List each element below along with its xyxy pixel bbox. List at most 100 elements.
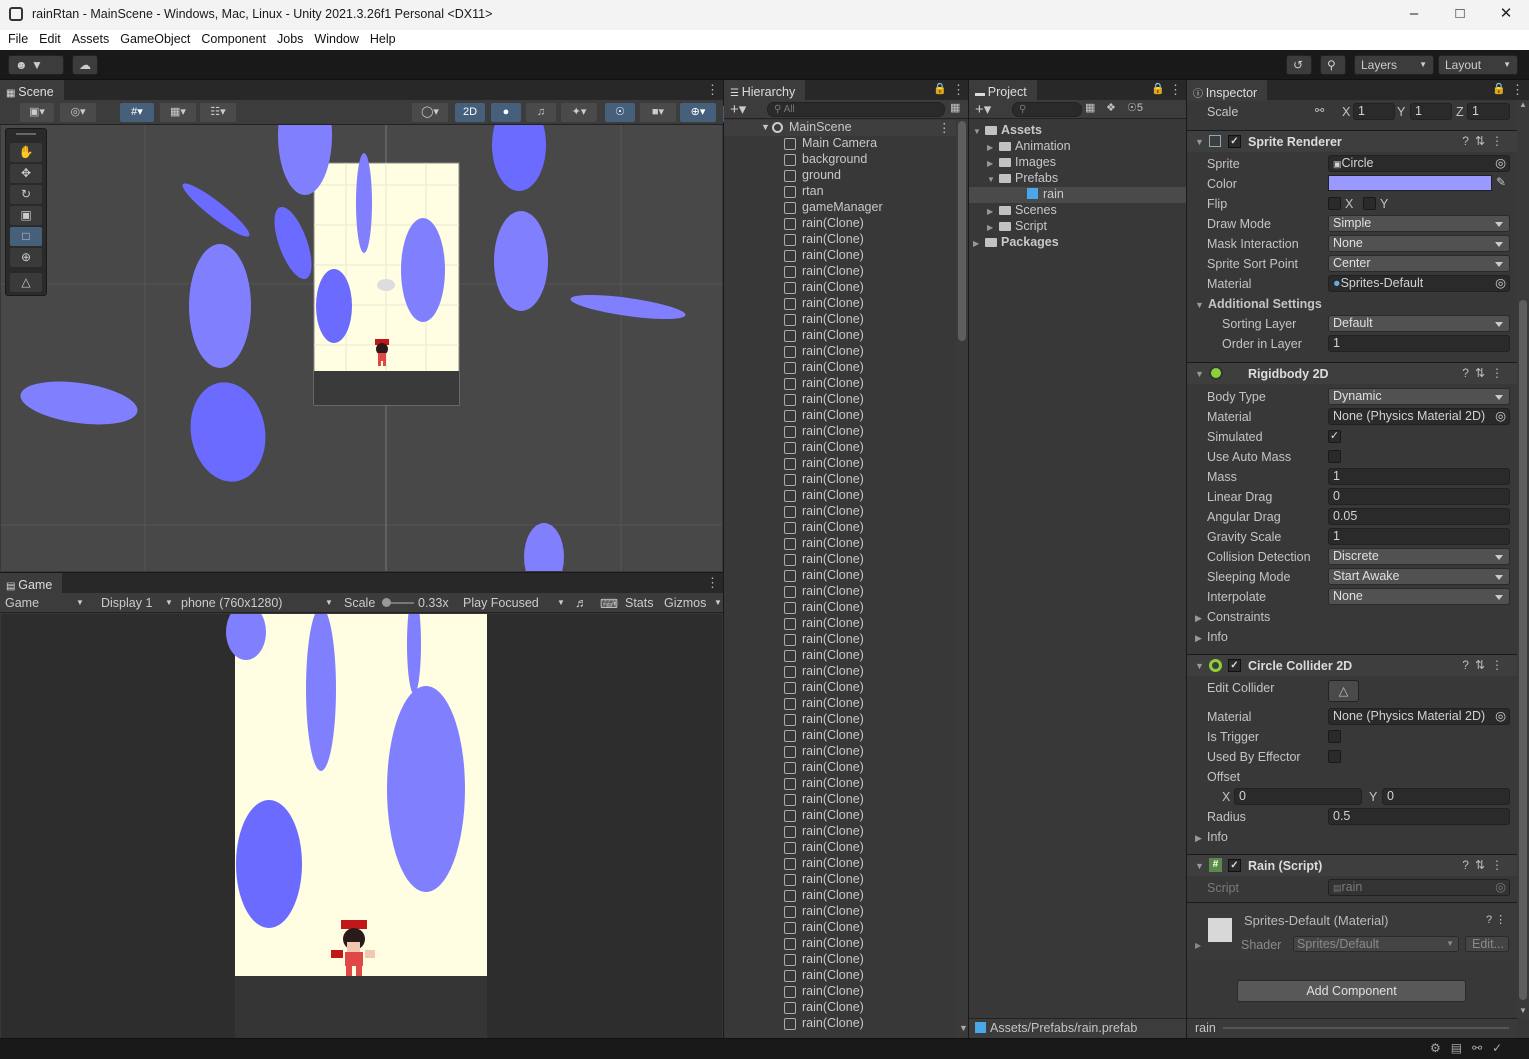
list-item[interactable]: ground (724, 168, 956, 184)
sprite-field[interactable]: ▣Circle ◎ (1328, 155, 1510, 172)
list-item[interactable]: rain(Clone) (724, 600, 956, 616)
scale-slider[interactable] (382, 598, 414, 607)
list-item[interactable]: rain(Clone) (724, 936, 956, 952)
mass-field[interactable]: 1 (1328, 468, 1510, 485)
list-item[interactable]: rain(Clone) (724, 808, 956, 824)
list-item[interactable]: rain(Clone) (724, 680, 956, 696)
display-dropdown[interactable]: Display 1 (101, 596, 152, 610)
close-button[interactable]: ✕ (1483, 0, 1529, 30)
list-item[interactable]: Main Camera (724, 136, 956, 152)
inspector-scrollbar[interactable]: ▲ ▼ (1517, 100, 1529, 1018)
list-item[interactable]: rain(Clone) (724, 344, 956, 360)
gizmos-icon[interactable]: ⊕▾ (680, 103, 716, 122)
simulated-checkbox[interactable]: ✓ (1328, 430, 1341, 443)
list-item[interactable]: rain(Clone) (724, 648, 956, 664)
expand-arrow-icon[interactable]: ▶ (1195, 941, 1201, 950)
list-item[interactable]: background (724, 152, 956, 168)
draw-mode-button[interactable]: ▣▾ (20, 103, 54, 122)
list-item[interactable]: gameManager (724, 200, 956, 216)
maximize-button[interactable]: □ (1437, 0, 1483, 30)
project-tree-item[interactable]: ▶ Animation (987, 139, 1071, 155)
camera-icon[interactable]: ■▾ (640, 103, 676, 122)
order-in-layer-field[interactable]: 1 (1328, 335, 1510, 352)
list-item[interactable]: rain(Clone) (724, 568, 956, 584)
list-item[interactable]: rain(Clone) (724, 984, 956, 1000)
enabled-checkbox[interactable]: ✓ (1228, 135, 1241, 148)
rb-info-foldout[interactable]: Info (1207, 630, 1228, 644)
list-item[interactable]: rain(Clone) (724, 216, 956, 232)
info-arrow-icon[interactable]: ▶ (1195, 833, 1202, 844)
cc-info-foldout[interactable]: Info (1207, 830, 1228, 844)
play-focused-dropdown[interactable]: Play Focused (463, 596, 539, 610)
list-item[interactable]: rain(Clone) (724, 504, 956, 520)
is-trigger-checkbox[interactable] (1328, 730, 1341, 743)
sprite-renderer-header[interactable]: ▼ ✓ Sprite Renderer ?⇅⋮ (1187, 130, 1517, 152)
list-item[interactable]: rain(Clone) (724, 536, 956, 552)
offset-y-field[interactable]: 0 (1382, 788, 1510, 805)
search-type-icon[interactable]: ▦ (1085, 101, 1095, 114)
shading-mode-button[interactable]: ◯▾ (412, 103, 448, 122)
enabled-checkbox[interactable]: ✓ (1228, 859, 1241, 872)
expand-arrow-icon[interactable]: ▼ (973, 127, 985, 136)
menu-jobs[interactable]: Jobs (277, 30, 303, 46)
expand-arrow-icon[interactable]: ▼ (761, 122, 770, 132)
hierarchy-menu-icon[interactable]: ⋮ (952, 82, 965, 98)
lock-icon[interactable]: 🔒 (1492, 82, 1506, 95)
list-item[interactable]: rain(Clone) (724, 424, 956, 440)
move-tool-icon[interactable]: ✥ (10, 164, 42, 183)
list-item[interactable]: rain(Clone) (724, 872, 956, 888)
menu-assets[interactable]: Assets (72, 30, 110, 46)
list-item[interactable]: rain(Clone) (724, 824, 956, 840)
list-item[interactable]: rain(Clone) (724, 264, 956, 280)
project-tree-item[interactable]: ▶ Packages (973, 235, 1059, 251)
list-item[interactable]: rain(Clone) (724, 888, 956, 904)
rain-script-header[interactable]: ▼ # ✓ Rain (Script) ?⇅⋮ (1187, 854, 1517, 876)
menu-window[interactable]: Window (314, 30, 358, 46)
list-item[interactable]: rain(Clone) (724, 920, 956, 936)
game-view-dropdown[interactable]: Game (5, 596, 39, 610)
component-header-icons[interactable]: ?⇅⋮ (1462, 366, 1509, 380)
list-item[interactable]: rtan (724, 184, 956, 200)
flip-y-checkbox[interactable] (1363, 197, 1376, 210)
list-item[interactable]: rain(Clone) (724, 856, 956, 872)
list-item[interactable]: rain(Clone) (724, 376, 956, 392)
mute-audio-icon[interactable]: ♬ (575, 596, 588, 610)
history-icon[interactable]: ↺ (1286, 55, 1312, 75)
material-help-icons[interactable]: ? ⋮ (1486, 913, 1506, 926)
list-item[interactable]: rain(Clone) (724, 280, 956, 296)
transform-tool-icon[interactable]: ⊕ (10, 248, 42, 267)
list-item[interactable]: rain(Clone) (724, 904, 956, 920)
auto-mass-checkbox[interactable] (1328, 450, 1341, 463)
project-tree-item[interactable]: ▼ Assets (973, 123, 1042, 139)
gizmos-button[interactable]: Gizmos (664, 596, 706, 610)
scale-y-field[interactable]: 1 (1410, 103, 1452, 120)
scene-root-row[interactable]: ▼ MainScene ⋮ (724, 120, 956, 136)
component-header-icons[interactable]: ?⇅⋮ (1462, 858, 1509, 872)
linear-drag-field[interactable]: 0 (1328, 488, 1510, 505)
menu-component[interactable]: Component (201, 30, 266, 46)
account-button[interactable]: ☻ ▼ (8, 55, 64, 75)
list-item[interactable]: rain(Clone) (724, 408, 956, 424)
interpolate-dropdown[interactable]: None (1328, 588, 1510, 605)
flip-x-checkbox[interactable] (1328, 197, 1341, 210)
expand-arrow-icon[interactable]: ▶ (987, 207, 999, 216)
cc-material-field[interactable]: None (Physics Material 2D) ◎ (1328, 708, 1510, 725)
tab-scene[interactable]: ▦ Scene (0, 80, 64, 101)
menu-gameobject[interactable]: GameObject (120, 30, 190, 46)
scene-menu-icon[interactable]: ⋮ (706, 82, 719, 98)
list-item[interactable]: rain(Clone) (724, 488, 956, 504)
color-swatch[interactable] (1328, 175, 1492, 191)
scale-x-field[interactable]: 1 (1353, 103, 1395, 120)
scale-tool-icon[interactable]: ▣ (10, 206, 42, 225)
add-component-button[interactable]: Add Component (1237, 980, 1466, 1002)
list-item[interactable]: rain(Clone) (724, 776, 956, 792)
list-item[interactable]: rain(Clone) (724, 312, 956, 328)
body-type-dropdown[interactable]: Dynamic (1328, 388, 1510, 405)
rigidbody-header[interactable]: ▼ Rigidbody 2D ?⇅⋮ (1187, 362, 1517, 384)
list-item[interactable]: rain(Clone) (724, 552, 956, 568)
list-item[interactable]: rain(Clone) (724, 952, 956, 968)
fold-arrow-icon[interactable]: ▼ (1195, 369, 1204, 379)
tab-inspector[interactable]: ⓘ Inspector (1187, 80, 1268, 101)
list-item[interactable]: rain(Clone) (724, 440, 956, 456)
lock-icon[interactable]: 🔒 (933, 82, 947, 95)
